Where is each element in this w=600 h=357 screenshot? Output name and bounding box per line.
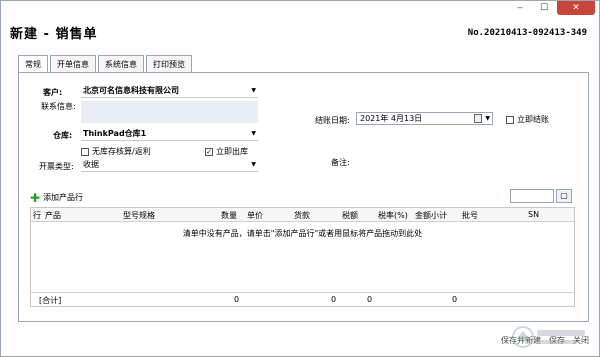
col-product[interactable]: 产品 <box>45 210 61 221</box>
chevron-down-icon: ▼ <box>485 115 490 122</box>
invoice-type-value: 收据 <box>83 160 99 169</box>
plus-icon: ✚ <box>30 190 41 205</box>
no-stock-check-label: 无库存核算/返利 <box>92 147 151 156</box>
customer-value: 北京可名信息科技有限公司 <box>83 86 179 95</box>
chevron-down-icon: ▼ <box>251 87 256 94</box>
immediate-out-check[interactable]: ✓ 立即出库 <box>205 146 248 157</box>
col-batch[interactable]: 批号 <box>462 210 478 221</box>
settle-date-value: 2021年 4月13日 <box>360 114 423 123</box>
product-grid[interactable]: 行 产品 型号规格 数量 单价 货款 税额 税率(%) 金额小计 批号 SN 清… <box>30 207 575 307</box>
immediate-out-label: 立即出库 <box>216 147 248 156</box>
grid-header: 行 产品 型号规格 数量 单价 货款 税额 税率(%) 金额小计 批号 SN <box>31 208 574 222</box>
col-price[interactable]: 单价 <box>247 210 263 221</box>
tab-print-preview[interactable]: 打印预览 <box>146 55 192 72</box>
note-label: 备注: <box>331 158 350 167</box>
minimize-button[interactable]: ‒ <box>509 1 531 15</box>
col-row[interactable]: 行 <box>33 210 41 221</box>
chevron-down-icon: ▼ <box>251 130 256 137</box>
window-controls: ‒ ☐ ✕ <box>509 1 595 15</box>
col-subtotal[interactable]: 金额小计 <box>415 210 447 221</box>
customer-select[interactable]: 北京可名信息科技有限公司 ▼ <box>81 85 258 98</box>
checkbox-icon <box>506 115 514 124</box>
maximize-button[interactable]: ☐ <box>533 1 555 15</box>
calendar-icon[interactable] <box>474 114 482 123</box>
settle-date-picker[interactable]: 2021年 4月13日 ▼ <box>356 112 493 125</box>
sales-order-window: ‒ ☐ ✕ 新建 - 销售单 No.20210413-092413-349 常规… <box>0 0 600 357</box>
search-input[interactable] <box>510 189 554 203</box>
tab-bar: 常规 开单信息 系统信息 打印预览 <box>18 55 192 73</box>
contact-label: 联系信息: <box>41 102 76 111</box>
tab-order-info[interactable]: 开单信息 <box>50 55 96 72</box>
checkbox-checked-icon: ✓ <box>205 147 213 156</box>
contact-field[interactable] <box>81 101 258 123</box>
col-qty[interactable]: 数量 <box>221 210 237 221</box>
col-model[interactable]: 型号规格 <box>123 210 155 221</box>
warehouse-value: ThinkPad仓库1 <box>83 129 147 138</box>
general-panel: 客户: 北京可名信息科技有限公司 ▼ 联系信息: 仓库: ThinkPad仓库1… <box>18 72 589 322</box>
page-title: 新建 - 销售单 <box>10 27 98 42</box>
close-window-button[interactable]: ✕ <box>557 1 595 15</box>
col-goods[interactable]: 货款 <box>294 210 310 221</box>
search-button[interactable]: ▢ <box>556 189 572 203</box>
warehouse-select[interactable]: ThinkPad仓库1 ▼ <box>81 128 258 141</box>
immediate-settle-check[interactable]: 立即结账 <box>506 114 549 125</box>
total-label: [合计] <box>39 296 62 305</box>
warehouse-label: 仓库: <box>53 131 73 140</box>
document-number: No.20210413-092413-349 <box>467 28 587 38</box>
total-qty: 0 <box>234 295 240 304</box>
add-product-row-button[interactable]: ✚ 添加产品行 <box>30 190 84 205</box>
grid-empty-message: 清单中没有产品，请单击"添加产品行"或者用鼠标将产品拖动到此处 <box>182 229 423 238</box>
tab-general[interactable]: 常规 <box>18 55 48 73</box>
no-stock-check[interactable]: 无库存核算/返利 <box>81 146 151 157</box>
col-tax-rate[interactable]: 税率(%) <box>378 210 408 221</box>
watermark-logo <box>512 326 585 348</box>
checkbox-icon <box>81 147 89 156</box>
total-tax: 0 <box>367 295 373 304</box>
col-sn[interactable]: SN <box>528 210 539 219</box>
total-subtotal: 0 <box>452 295 458 304</box>
settle-date-label: 结账日期: <box>315 116 350 125</box>
invoice-type-label: 开票类型: <box>39 162 74 171</box>
col-tax[interactable]: 税额 <box>342 210 358 221</box>
tab-system-info[interactable]: 系统信息 <box>98 55 144 72</box>
customer-label: 客户: <box>43 88 63 97</box>
immediate-settle-label: 立即结账 <box>517 115 549 124</box>
invoice-type-select[interactable]: 收据 ▼ <box>81 159 258 172</box>
chevron-down-icon: ▼ <box>251 161 256 168</box>
add-product-row-label: 添加产品行 <box>43 193 84 202</box>
grid-totals: [合计] 0 0 0 0 <box>31 292 574 306</box>
total-goods: 0 <box>331 295 337 304</box>
